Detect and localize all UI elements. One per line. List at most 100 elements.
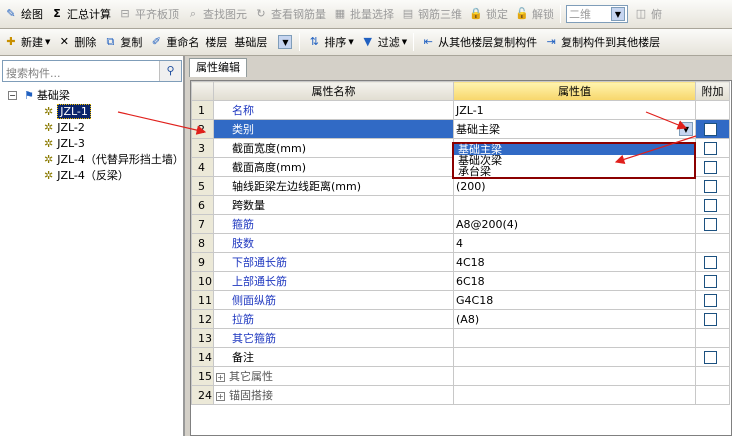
property-row[interactable]: 5 轴线距梁左边线距离(mm) (200) [191, 176, 730, 196]
tree-item[interactable]: ✲ JZL-2 [44, 120, 85, 136]
collapse-icon[interactable]: − [8, 91, 17, 100]
property-label: 跨数量 [232, 199, 265, 212]
tree-root[interactable]: ⚑ 基础梁 [24, 88, 70, 104]
property-name: 跨数量 [213, 195, 454, 215]
row-number: 10 [191, 271, 214, 291]
attach-checkbox[interactable] [704, 160, 717, 174]
attach-checkbox[interactable] [704, 217, 717, 231]
view-rebar-button[interactable]: ↻ 查看钢筋量 [250, 3, 329, 25]
new-button[interactable]: ✚ 新建 ▼ [0, 31, 53, 53]
attach-cell [695, 176, 730, 196]
property-value[interactable]: (200) [453, 176, 696, 196]
attach-checkbox[interactable] [704, 141, 717, 155]
row-number: 5 [191, 176, 214, 196]
property-label: 其它箍筋 [232, 332, 276, 345]
batch-select-button[interactable]: ▦ 批量选择 [329, 3, 397, 25]
property-name: 下部通长筋 [213, 252, 454, 272]
expand-icon[interactable]: + [216, 391, 225, 401]
beam-folder-icon: ⚑ [24, 89, 34, 102]
tree-item[interactable]: ✲ JZL-1 [44, 104, 91, 120]
property-row[interactable]: 6 跨数量 [191, 195, 730, 215]
property-name: 轴线距梁左边线距离(mm) [213, 176, 454, 196]
floor-select[interactable]: 基础层 ▼ [232, 33, 294, 51]
property-value[interactable] [453, 347, 696, 367]
draw-button[interactable]: ✎ 绘图 [0, 3, 46, 25]
property-value[interactable]: JZL-1 [453, 100, 696, 120]
group-label: 锚固搭接 [229, 389, 273, 402]
toolbar-divider [560, 5, 561, 23]
attach-checkbox[interactable] [704, 312, 717, 326]
attach-checkbox[interactable] [704, 198, 717, 212]
gear-icon: ✲ [44, 137, 54, 150]
search-input[interactable]: 搜索构件... ⚲ [2, 60, 182, 82]
row-number-header [191, 81, 214, 101]
copy-from-floor-button[interactable]: ⇤ 从其他楼层复制构件 [417, 31, 540, 53]
property-value[interactable]: (A8) [453, 309, 696, 329]
search-icon[interactable]: ⚲ [159, 61, 181, 81]
property-row[interactable]: 8 肢数 4 [191, 233, 730, 253]
property-value[interactable]: 4 [453, 233, 696, 253]
property-label: 肢数 [232, 237, 254, 250]
attach-cell [695, 271, 730, 291]
top-view-button[interactable]: ◫ 俯 [630, 3, 665, 25]
tree-item[interactable]: ✲ JZL-4（代替异形挡土墙） [44, 152, 183, 168]
find-element-button[interactable]: ⌕ 查找图元 [182, 3, 250, 25]
property-value[interactable]: G4C18 [453, 290, 696, 310]
tab-property-edit[interactable]: 属性编辑 [189, 58, 247, 77]
align-top-button[interactable]: ⊟ 平齐板顶 [114, 3, 182, 25]
property-row[interactable]: 10 上部通长筋 6C18 [191, 271, 730, 291]
property-row[interactable]: 13 其它箍筋 [191, 328, 730, 348]
toolbar-divider [299, 33, 301, 51]
unlock-button[interactable]: 🔓 解锁 [511, 3, 557, 25]
component-toolbar: ✚ 新建 ▼ ✕ 删除 ⧉ 复制 ✐ 重命名 楼层 基础层 ▼ ⇅ 排序 ▼ ▼ 过滤 ▼ ⇤ 从其他… [0, 29, 732, 56]
row-number: 12 [191, 309, 214, 329]
attach-checkbox[interactable] [704, 293, 717, 307]
property-row[interactable]: 9 下部通长筋 4C18 [191, 252, 730, 272]
tree-item[interactable]: ✲ JZL-4（反梁） [44, 168, 129, 184]
attach-checkbox[interactable] [704, 274, 717, 288]
property-value[interactable]: A8@200(4) [453, 214, 696, 234]
lock-button[interactable]: 🔒 锁定 [465, 3, 511, 25]
property-value[interactable] [453, 328, 696, 348]
copy-button[interactable]: ⧉ 复制 [99, 31, 145, 53]
category-select[interactable]: 基础主梁 ▼ [453, 119, 696, 139]
attach-checkbox[interactable] [704, 179, 717, 193]
tree-item[interactable]: ✲ JZL-3 [44, 136, 85, 152]
expand-icon[interactable]: + [216, 372, 225, 382]
filter-button[interactable]: ▼ 过滤 ▼ [357, 31, 410, 53]
copy-to-floor-button[interactable]: ⇥ 复制构件到其他楼层 [540, 31, 663, 53]
attach-checkbox[interactable] [704, 255, 717, 269]
property-value[interactable] [453, 195, 696, 215]
dropdown-option[interactable]: 承台梁 [454, 166, 694, 177]
delete-button[interactable]: ✕ 删除 [53, 31, 99, 53]
property-label: 侧面纵筋 [232, 294, 276, 307]
find-icon: ⌕ [189, 7, 197, 20]
property-value[interactable] [453, 385, 696, 405]
sort-button[interactable]: ⇅ 排序 ▼ [303, 31, 356, 53]
property-row[interactable]: 12 拉筋 (A8) [191, 309, 730, 329]
property-row[interactable]: 15 + 其它属性 [191, 366, 730, 386]
attach-checkbox[interactable] [704, 350, 717, 364]
row-number: 15 [191, 366, 214, 386]
property-row[interactable]: 1 名称 JZL-1 [191, 100, 730, 120]
rebar-3d-button[interactable]: ▤ 钢筋三维 [397, 3, 465, 25]
gear-icon: ✲ [44, 169, 54, 182]
property-value[interactable]: 6C18 [453, 271, 696, 291]
attach-cell [695, 100, 730, 120]
property-row[interactable]: 14 备注 [191, 347, 730, 367]
row-number: 3 [191, 138, 214, 158]
filter-icon: ▼ [363, 35, 373, 48]
property-value[interactable] [453, 366, 696, 386]
property-row[interactable]: 7 箍筋 A8@200(4) [191, 214, 730, 234]
summary-calc-button[interactable]: Σ 汇总计算 [46, 3, 114, 25]
property-row[interactable]: 11 侧面纵筋 G4C18 [191, 290, 730, 310]
property-value-text: 4 [456, 236, 463, 250]
property-row[interactable]: 2 类别 基础主梁 ▼ [191, 119, 730, 139]
rename-button[interactable]: ✐ 重命名 [145, 31, 202, 53]
attach-checkbox[interactable] [704, 122, 717, 136]
view-mode-combo[interactable]: 二维 ▼ [566, 5, 628, 23]
property-row[interactable]: 24 + 锚固搭接 [191, 385, 730, 405]
property-value[interactable]: 4C18 [453, 252, 696, 272]
chevron-down-icon[interactable]: ▼ [679, 122, 693, 136]
property-name: + 其它属性 [213, 366, 454, 386]
